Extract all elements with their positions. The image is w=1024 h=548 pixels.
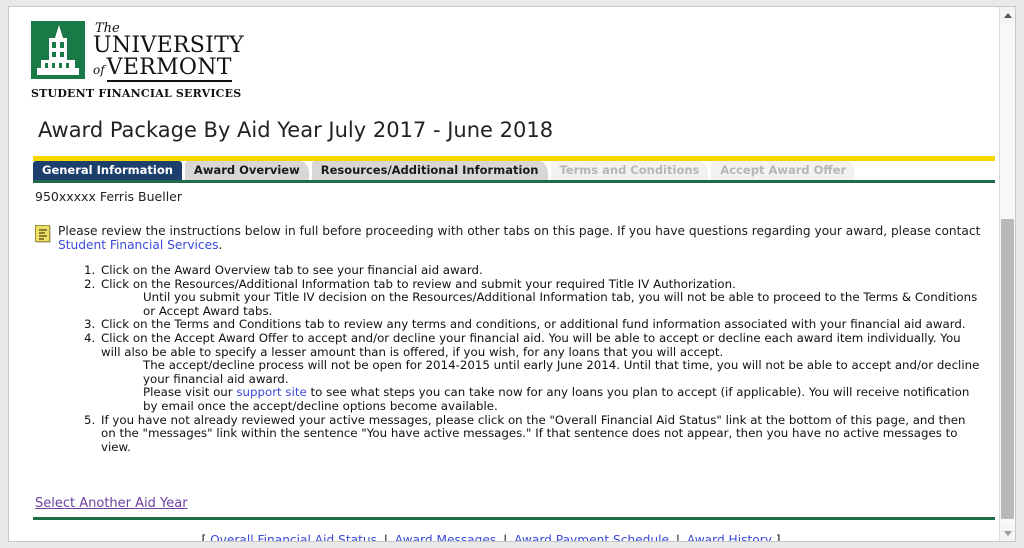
instruction-list: Click on the Award Overview tab to see y… — [31, 263, 981, 455]
list-item: Click on the Accept Award Offer to accep… — [99, 330, 981, 414]
note-text-before: Please review the instructions below in … — [58, 224, 981, 238]
overall-financial-aid-status-link[interactable]: Overall Financial Aid Status — [210, 533, 377, 541]
browser-viewport: The UNIVERSITY of VERMONT STUDENT FINANC… — [8, 6, 1016, 542]
select-another-aid-year-link[interactable]: Select Another Aid Year — [35, 496, 188, 511]
student-identity: 950xxxxx Ferris Bueller — [35, 189, 182, 204]
tab-bottom-rule — [33, 180, 995, 183]
list-item: Click on the Resources/Additional Inform… — [99, 276, 981, 319]
link-separator: | — [503, 533, 508, 541]
logo-university: UNIVERSITY — [93, 33, 244, 58]
tab-bar: General Information Award Overview Resou… — [33, 156, 995, 183]
page-content: The UNIVERSITY of VERMONT STUDENT FINANC… — [9, 7, 999, 541]
step-text: Click on the Award Overview tab to see y… — [101, 263, 483, 277]
tab-terms-and-conditions: Terms and Conditions — [550, 161, 709, 180]
tab-label: Terms and Conditions — [559, 163, 700, 177]
instruction-note: Please review the instructions below in … — [35, 224, 981, 252]
list-item: Click on the Award Overview tab to see y… — [99, 263, 981, 278]
support-prefix: Please visit our — [143, 385, 237, 400]
tab-accept-award-offer: Accept Award Offer — [711, 161, 856, 180]
tab-award-overview[interactable]: Award Overview — [184, 161, 309, 180]
uvm-logo: The UNIVERSITY of VERMONT STUDENT FINANC… — [31, 21, 981, 100]
award-payment-schedule-link[interactable]: Award Payment Schedule — [514, 533, 669, 541]
student-financial-services-link[interactable]: Student Financial Services — [58, 238, 218, 252]
bracket-open: [ — [201, 533, 207, 541]
footer-links: [ Overall Financial Aid Status | Award M… — [31, 533, 981, 541]
support-site-link[interactable]: support site — [236, 385, 306, 400]
scrollbar-thumb[interactable] — [1001, 219, 1014, 519]
tab-label: General Information — [42, 163, 173, 177]
tab-resources-additional-information[interactable]: Resources/Additional Information — [311, 161, 548, 180]
footer-rule — [33, 517, 995, 521]
tab-label: Award Overview — [193, 163, 300, 177]
select-another-aid-year: Select Another Aid Year — [35, 496, 981, 511]
list-item: Click on the Terms and Conditions tab to… — [99, 318, 981, 332]
scroll-up-button[interactable] — [1000, 7, 1015, 23]
link-separator: | — [675, 533, 680, 541]
scroll-down-icon — [1003, 530, 1012, 536]
step-text: If you have not already reviewed your ac… — [101, 412, 966, 454]
department-name: STUDENT FINANCIAL SERVICES — [31, 87, 242, 100]
link-separator: | — [383, 533, 388, 541]
note-text-after: . — [218, 238, 223, 252]
step-subtext-support: Please visit our support site to see wha… — [143, 386, 981, 413]
step-subtext: Until you submit your Title IV decision … — [143, 290, 978, 318]
tab-label: Accept Award Offer — [720, 163, 847, 177]
logo-vermont: VERMONT — [106, 55, 232, 82]
tab-label: Resources/Additional Information — [320, 163, 539, 177]
vertical-scrollbar[interactable] — [999, 7, 1015, 541]
step-text: Click on the Resources/Additional Inform… — [101, 276, 736, 291]
step-subtext: The accept/decline process will not be o… — [143, 358, 980, 386]
bracket-close: ] — [775, 533, 781, 541]
award-messages-link[interactable]: Award Messages — [395, 533, 496, 541]
scroll-down-button[interactable] — [1000, 525, 1015, 541]
logo-of: of — [93, 63, 105, 77]
page-title: Award Package By Aid Year July 2017 - Ju… — [38, 118, 554, 142]
list-item: If you have not already reviewed your ac… — [99, 412, 981, 455]
scroll-up-icon — [1003, 12, 1012, 18]
award-history-link[interactable]: Award History — [687, 533, 772, 541]
instruction-note-text: Please review the instructions below in … — [58, 224, 981, 252]
uvm-tower-icon — [31, 21, 85, 79]
step-text: Click on the Terms and Conditions tab to… — [101, 317, 966, 332]
step-text: Click on the Accept Award Offer to accep… — [101, 330, 961, 359]
tab-general-information[interactable]: General Information — [33, 161, 182, 180]
note-icon — [35, 225, 50, 242]
